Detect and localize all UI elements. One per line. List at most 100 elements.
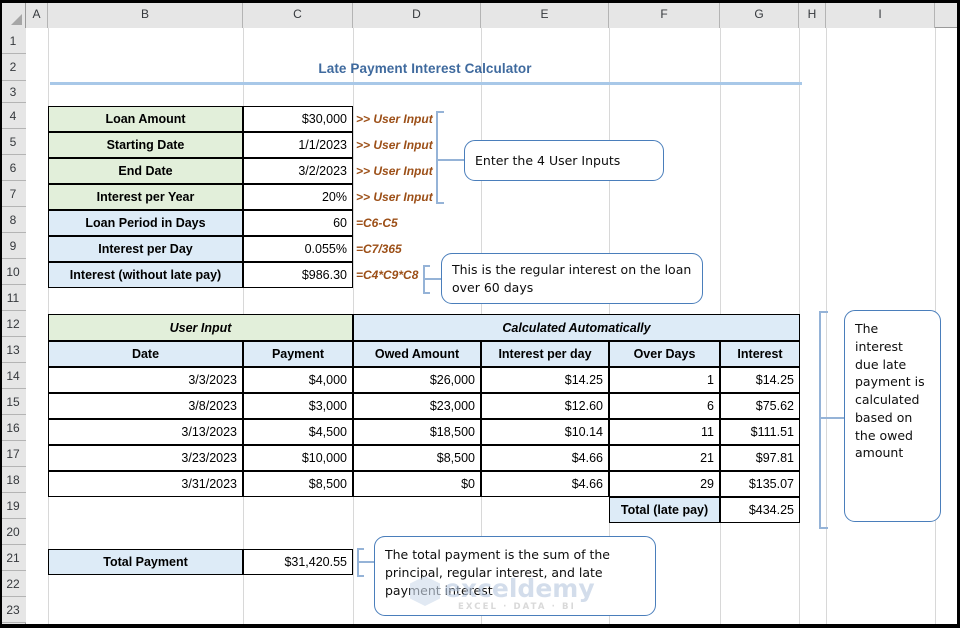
column-label-a: A [32,7,41,21]
schedule-cell-r1-c2[interactable]: $23,000 [353,393,481,419]
row-header-20[interactable]: 20 [0,519,26,545]
column-header-f[interactable]: F [609,0,720,28]
row-header-18[interactable]: 18 [0,467,26,493]
input-value-5[interactable]: 0.055% [243,236,353,262]
schedule-cell-r3-c5[interactable]: $97.81 [720,445,800,471]
group-header-user-input: User Input [48,314,353,341]
row-header-14[interactable]: 14 [0,363,26,389]
schedule-cell-r4-c3[interactable]: $4.66 [481,471,609,497]
column-label-b: B [140,7,149,21]
schedule-cell-r4-c1[interactable]: $8,500 [243,471,353,497]
schedule-cell-r1-c1[interactable]: $3,000 [243,393,353,419]
total-payment-label: Total Payment [48,549,243,575]
schedule-cell-r3-c2[interactable]: $8,500 [353,445,481,471]
input-label-5: Interest per Day [48,236,243,262]
row-header-3[interactable]: 3 [0,81,26,103]
row-header-13[interactable]: 13 [0,337,26,363]
schedule-cell-r2-c1[interactable]: $4,500 [243,419,353,445]
schedule-cell-r4-c2[interactable]: $0 [353,471,481,497]
page-title: Late Payment Interest Calculator [318,60,532,76]
row-header-10[interactable]: 10 [0,259,26,285]
row-header-1[interactable]: 1 [0,28,26,54]
schedule-cell-r1-c3[interactable]: $12.60 [481,393,609,419]
row-header-4[interactable]: 4 [0,103,26,129]
row-label: 13 [6,342,20,357]
schedule-cell-r0-c4[interactable]: 1 [609,367,720,393]
row-label: 9 [9,238,17,253]
column-header-h[interactable]: H [799,0,826,28]
row-header-2[interactable]: 2 [0,54,26,81]
row-header-6[interactable]: 6 [0,155,26,181]
column-header-i[interactable]: I [826,0,935,28]
row-label: 15 [6,394,20,409]
row-label: 4 [9,108,17,123]
row-label: 11 [6,290,20,305]
input-value-4[interactable]: 60 [243,210,353,236]
input-value-0[interactable]: $30,000 [243,106,353,132]
column-label-c: C [293,7,302,21]
input-value-2[interactable]: 3/2/2023 [243,158,353,184]
schedule-column-header-0: Date [48,341,243,367]
schedule-cell-r2-c4[interactable]: 11 [609,419,720,445]
row-label: 8 [9,212,17,227]
row-header-16[interactable]: 16 [0,415,26,441]
schedule-cell-r2-c5[interactable]: $111.51 [720,419,800,445]
column-label-i: I [878,7,882,21]
row-label: 23 [6,602,20,617]
schedule-cell-r2-c2[interactable]: $18,500 [353,419,481,445]
input-formula-note-2: >> User Input [356,164,433,178]
schedule-cell-r3-c3[interactable]: $4.66 [481,445,609,471]
column-header-b[interactable]: B [48,0,243,28]
schedule-cell-r4-c4[interactable]: 29 [609,471,720,497]
row-label: 14 [6,368,20,383]
column-header-d[interactable]: D [353,0,481,28]
row-header-23[interactable]: 23 [0,597,26,623]
schedule-total-value[interactable]: $434.25 [720,497,800,523]
schedule-cell-r1-c4[interactable]: 6 [609,393,720,419]
schedule-cell-r4-c5[interactable]: $135.07 [720,471,800,497]
schedule-cell-r2-c0[interactable]: 3/13/2023 [48,419,243,445]
row-header-21[interactable]: 21 [0,545,26,571]
row-header-9[interactable]: 9 [0,233,26,259]
schedule-cell-r1-c0[interactable]: 3/8/2023 [48,393,243,419]
row-header-15[interactable]: 15 [0,389,26,415]
input-value-3[interactable]: 20% [243,184,353,210]
column-header-e[interactable]: E [481,0,609,28]
total-payment-value[interactable]: $31,420.55 [243,549,353,575]
row-header-17[interactable]: 17 [0,441,26,467]
input-value-6[interactable]: $986.30 [243,262,353,288]
input-label-1: Starting Date [48,132,243,158]
column-header-a[interactable]: A [26,0,48,28]
input-label-0: Loan Amount [48,106,243,132]
row-header-8[interactable]: 8 [0,207,26,233]
schedule-cell-r0-c0[interactable]: 3/3/2023 [48,367,243,393]
schedule-cell-r1-c5[interactable]: $75.62 [720,393,800,419]
select-all-corner[interactable] [0,0,26,28]
schedule-cell-r0-c3[interactable]: $14.25 [481,367,609,393]
row-header-19[interactable]: 19 [0,493,26,519]
schedule-cell-r0-c2[interactable]: $26,000 [353,367,481,393]
schedule-cell-r3-c4[interactable]: 21 [609,445,720,471]
row-label: 7 [9,186,17,201]
schedule-cell-r2-c3[interactable]: $10.14 [481,419,609,445]
schedule-cell-r0-c1[interactable]: $4,000 [243,367,353,393]
row-header-22[interactable]: 22 [0,571,26,597]
row-label: 22 [6,576,20,591]
schedule-cell-r3-c0[interactable]: 3/23/2023 [48,445,243,471]
row-header-12[interactable]: 12 [0,311,26,337]
column-header-c[interactable]: C [243,0,353,28]
input-formula-note-1: >> User Input [356,138,433,152]
input-formula-note-5: =C7/365 [356,242,402,256]
gridline-vertical-7 [826,28,827,628]
input-value-1[interactable]: 1/1/2023 [243,132,353,158]
schedule-cell-r4-c0[interactable]: 3/31/2023 [48,471,243,497]
row-header-5[interactable]: 5 [0,129,26,155]
row-header-11[interactable]: 11 [0,285,26,311]
schedule-cell-r0-c5[interactable]: $14.25 [720,367,800,393]
row-label: 10 [6,264,20,279]
row-header-7[interactable]: 7 [0,181,26,207]
schedule-cell-r3-c1[interactable]: $10,000 [243,445,353,471]
column-header-g[interactable]: G [720,0,799,28]
group-header-calculated: Calculated Automatically [353,314,800,341]
input-formula-note-4: =C6-C5 [356,216,398,230]
